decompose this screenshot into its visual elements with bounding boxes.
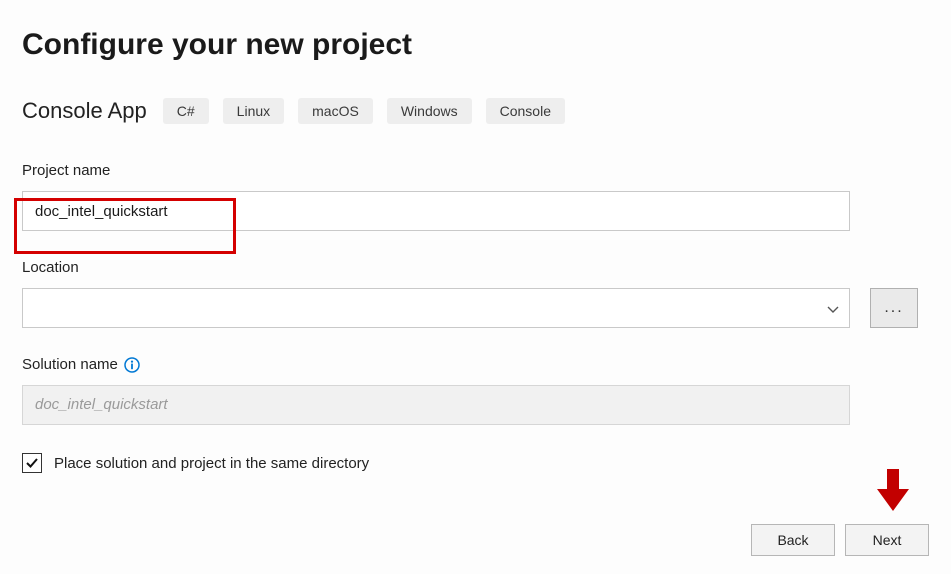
- checkmark-icon: [25, 456, 39, 470]
- same-directory-checkbox[interactable]: [22, 453, 42, 473]
- chevron-down-icon: [827, 303, 839, 321]
- wizard-footer: Back Next: [751, 524, 929, 556]
- info-icon[interactable]: [124, 357, 140, 373]
- back-button[interactable]: Back: [751, 524, 835, 556]
- tag-console: Console: [486, 98, 565, 124]
- page-title: Configure your new project: [22, 28, 929, 62]
- project-name-label: Project name: [22, 162, 929, 179]
- project-name-input[interactable]: [22, 191, 850, 231]
- location-field: Location ...: [22, 259, 929, 328]
- next-button[interactable]: Next: [845, 524, 929, 556]
- same-directory-label: Place solution and project in the same d…: [54, 455, 369, 472]
- solution-name-label: Solution name: [22, 356, 118, 373]
- location-combobox[interactable]: [22, 288, 850, 328]
- tag-macos: macOS: [298, 98, 373, 124]
- tag-csharp: C#: [163, 98, 209, 124]
- solution-name-label-row: Solution name: [22, 356, 929, 373]
- same-directory-row: Place solution and project in the same d…: [22, 453, 929, 473]
- location-label: Location: [22, 259, 929, 276]
- browse-location-button[interactable]: ...: [870, 288, 918, 328]
- tag-windows: Windows: [387, 98, 472, 124]
- tag-linux: Linux: [223, 98, 284, 124]
- template-row: Console App C# Linux macOS Windows Conso…: [22, 98, 929, 124]
- template-name: Console App: [22, 98, 147, 124]
- project-name-field: Project name: [22, 162, 929, 231]
- annotation-arrow-icon: [875, 469, 911, 518]
- solution-name-field: Solution name doc_intel_quickstart: [22, 356, 929, 425]
- solution-name-input: doc_intel_quickstart: [22, 385, 850, 425]
